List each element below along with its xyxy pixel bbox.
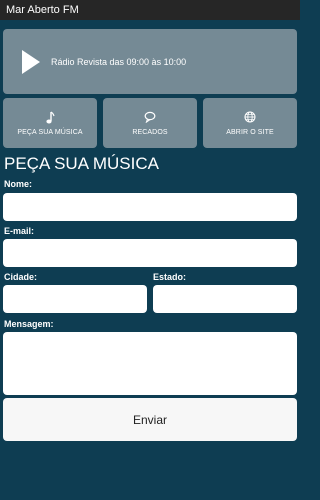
city-label: Cidade:: [4, 272, 38, 282]
message-label: Mensagem:: [4, 319, 54, 329]
messages-button[interactable]: RECADOS: [103, 98, 197, 148]
messages-label: RECADOS: [132, 129, 168, 136]
speech-bubble-icon: [144, 110, 156, 124]
music-note-icon: [45, 110, 55, 124]
city-input[interactable]: [3, 285, 147, 313]
name-label: Nome:: [4, 179, 33, 189]
request-song-button[interactable]: PEÇA SUA MÚSICA: [3, 98, 97, 148]
submit-label: Enviar: [132, 412, 167, 427]
name-input[interactable]: [3, 193, 297, 221]
play-button[interactable]: [22, 49, 40, 74]
email-label: E-mail:: [4, 226, 35, 236]
page-title: PEÇA SUA MÚSICA: [4, 154, 159, 173]
request-song-label: PEÇA SUA MÚSICA: [17, 129, 83, 136]
state-label: Estado:: [153, 272, 187, 282]
state-input[interactable]: [153, 285, 297, 313]
open-site-label: ABRIR O SITE: [226, 129, 274, 136]
globe-icon: [244, 110, 256, 124]
email-input[interactable]: [3, 239, 297, 267]
radio-player: Rádio Revista das 09:00 às 10:00: [3, 29, 297, 94]
submit-button[interactable]: Enviar: [3, 398, 297, 441]
app-title: Mar Aberto FM: [6, 4, 79, 16]
app-title-bar: Mar Aberto FM: [0, 0, 300, 20]
nav-bar: PEÇA SUA MÚSICA RECADOS ABRIR O SITE: [3, 98, 297, 148]
message-textarea[interactable]: [3, 332, 297, 395]
now-playing-text: Rádio Revista das 09:00 às 10:00: [51, 56, 187, 67]
play-icon: [22, 49, 40, 74]
open-site-button[interactable]: ABRIR O SITE: [203, 98, 297, 148]
